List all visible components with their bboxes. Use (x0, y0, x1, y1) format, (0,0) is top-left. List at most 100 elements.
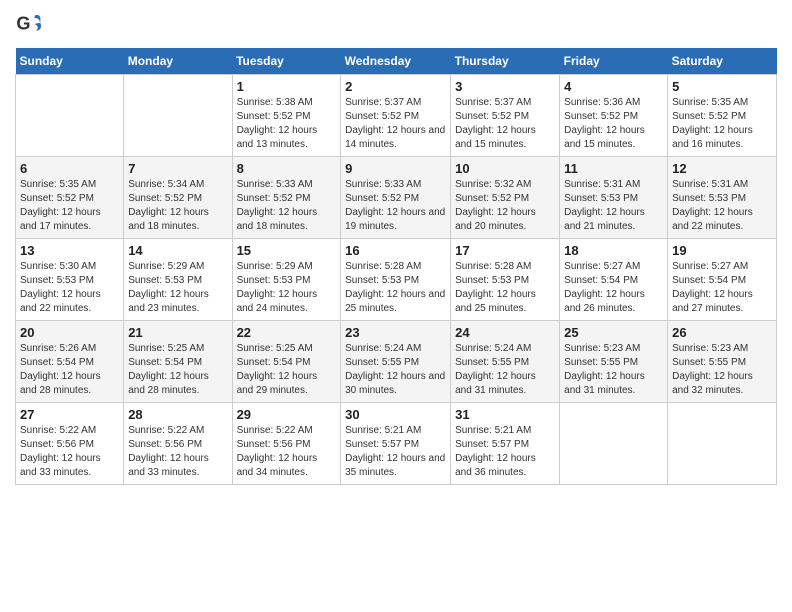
sunrise-text: Sunrise: 5:32 AM (455, 179, 531, 190)
calendar-cell: 1 Sunrise: 5:38 AM Sunset: 5:52 PM Dayli… (232, 75, 341, 157)
sunset-text: Sunset: 5:53 PM (345, 275, 419, 286)
daylight-text: Daylight: 12 hours and 25 minutes. (455, 289, 536, 314)
daylight-text: Daylight: 12 hours and 20 minutes. (455, 207, 536, 232)
calendar-cell: 5 Sunrise: 5:35 AM Sunset: 5:52 PM Dayli… (668, 75, 777, 157)
day-number: 6 (20, 161, 119, 176)
daylight-text: Daylight: 12 hours and 13 minutes. (237, 125, 318, 150)
sunset-text: Sunset: 5:54 PM (20, 357, 94, 368)
calendar-cell: 11 Sunrise: 5:31 AM Sunset: 5:53 PM Dayl… (560, 157, 668, 239)
day-info: Sunrise: 5:33 AM Sunset: 5:52 PM Dayligh… (237, 178, 337, 234)
sunset-text: Sunset: 5:54 PM (237, 357, 311, 368)
day-number: 4 (564, 79, 663, 94)
day-info: Sunrise: 5:24 AM Sunset: 5:55 PM Dayligh… (345, 342, 446, 398)
calendar-cell (560, 403, 668, 485)
sunrise-text: Sunrise: 5:29 AM (237, 261, 313, 272)
sunset-text: Sunset: 5:52 PM (237, 111, 311, 122)
daylight-text: Daylight: 12 hours and 28 minutes. (20, 371, 101, 396)
day-info: Sunrise: 5:29 AM Sunset: 5:53 PM Dayligh… (128, 260, 227, 316)
day-number: 20 (20, 325, 119, 340)
calendar-cell (668, 403, 777, 485)
sunrise-text: Sunrise: 5:23 AM (672, 343, 748, 354)
daylight-text: Daylight: 12 hours and 18 minutes. (237, 207, 318, 232)
day-info: Sunrise: 5:23 AM Sunset: 5:55 PM Dayligh… (672, 342, 772, 398)
sunrise-text: Sunrise: 5:21 AM (455, 425, 531, 436)
day-number: 5 (672, 79, 772, 94)
sunrise-text: Sunrise: 5:33 AM (237, 179, 313, 190)
calendar-cell: 22 Sunrise: 5:25 AM Sunset: 5:54 PM Dayl… (232, 321, 341, 403)
daylight-text: Daylight: 12 hours and 23 minutes. (128, 289, 209, 314)
sunset-text: Sunset: 5:56 PM (128, 439, 202, 450)
day-number: 27 (20, 407, 119, 422)
sunrise-text: Sunrise: 5:24 AM (455, 343, 531, 354)
day-info: Sunrise: 5:30 AM Sunset: 5:53 PM Dayligh… (20, 260, 119, 316)
day-number: 13 (20, 243, 119, 258)
day-info: Sunrise: 5:29 AM Sunset: 5:53 PM Dayligh… (237, 260, 337, 316)
sunset-text: Sunset: 5:52 PM (345, 193, 419, 204)
calendar-cell: 17 Sunrise: 5:28 AM Sunset: 5:53 PM Dayl… (451, 239, 560, 321)
daylight-text: Daylight: 12 hours and 19 minutes. (345, 207, 445, 232)
calendar-cell: 26 Sunrise: 5:23 AM Sunset: 5:55 PM Dayl… (668, 321, 777, 403)
calendar-week-row: 20 Sunrise: 5:26 AM Sunset: 5:54 PM Dayl… (16, 321, 777, 403)
calendar-week-row: 13 Sunrise: 5:30 AM Sunset: 5:53 PM Dayl… (16, 239, 777, 321)
day-info: Sunrise: 5:36 AM Sunset: 5:52 PM Dayligh… (564, 96, 663, 152)
day-number: 3 (455, 79, 555, 94)
day-number: 8 (237, 161, 337, 176)
calendar-cell: 4 Sunrise: 5:36 AM Sunset: 5:52 PM Dayli… (560, 75, 668, 157)
daylight-text: Daylight: 12 hours and 36 minutes. (455, 453, 536, 478)
calendar-cell: 15 Sunrise: 5:29 AM Sunset: 5:53 PM Dayl… (232, 239, 341, 321)
calendar-cell: 23 Sunrise: 5:24 AM Sunset: 5:55 PM Dayl… (341, 321, 451, 403)
day-number: 12 (672, 161, 772, 176)
day-number: 31 (455, 407, 555, 422)
daylight-text: Daylight: 12 hours and 32 minutes. (672, 371, 753, 396)
sunset-text: Sunset: 5:53 PM (455, 275, 529, 286)
daylight-text: Daylight: 12 hours and 24 minutes. (237, 289, 318, 314)
sunset-text: Sunset: 5:56 PM (20, 439, 94, 450)
sunset-text: Sunset: 5:52 PM (20, 193, 94, 204)
sunrise-text: Sunrise: 5:35 AM (672, 97, 748, 108)
daylight-text: Daylight: 12 hours and 17 minutes. (20, 207, 101, 232)
sunset-text: Sunset: 5:53 PM (128, 275, 202, 286)
calendar-cell: 28 Sunrise: 5:22 AM Sunset: 5:56 PM Dayl… (124, 403, 232, 485)
sunrise-text: Sunrise: 5:25 AM (128, 343, 204, 354)
sunset-text: Sunset: 5:53 PM (672, 193, 746, 204)
sunset-text: Sunset: 5:53 PM (237, 275, 311, 286)
day-number: 10 (455, 161, 555, 176)
sunset-text: Sunset: 5:52 PM (128, 193, 202, 204)
sunrise-text: Sunrise: 5:35 AM (20, 179, 96, 190)
daylight-text: Daylight: 12 hours and 28 minutes. (128, 371, 209, 396)
daylight-text: Daylight: 12 hours and 25 minutes. (345, 289, 445, 314)
day-info: Sunrise: 5:23 AM Sunset: 5:55 PM Dayligh… (564, 342, 663, 398)
day-info: Sunrise: 5:27 AM Sunset: 5:54 PM Dayligh… (564, 260, 663, 316)
day-number: 19 (672, 243, 772, 258)
calendar-cell: 21 Sunrise: 5:25 AM Sunset: 5:54 PM Dayl… (124, 321, 232, 403)
sunset-text: Sunset: 5:52 PM (455, 111, 529, 122)
sunset-text: Sunset: 5:54 PM (564, 275, 638, 286)
sunset-text: Sunset: 5:54 PM (128, 357, 202, 368)
sunrise-text: Sunrise: 5:37 AM (455, 97, 531, 108)
weekday-header: Sunday (16, 48, 124, 75)
page-header: G (15, 10, 777, 38)
daylight-text: Daylight: 12 hours and 34 minutes. (237, 453, 318, 478)
calendar-cell: 6 Sunrise: 5:35 AM Sunset: 5:52 PM Dayli… (16, 157, 124, 239)
sunset-text: Sunset: 5:55 PM (345, 357, 419, 368)
day-info: Sunrise: 5:32 AM Sunset: 5:52 PM Dayligh… (455, 178, 555, 234)
day-number: 17 (455, 243, 555, 258)
calendar-cell: 7 Sunrise: 5:34 AM Sunset: 5:52 PM Dayli… (124, 157, 232, 239)
day-number: 15 (237, 243, 337, 258)
calendar-cell: 27 Sunrise: 5:22 AM Sunset: 5:56 PM Dayl… (16, 403, 124, 485)
weekday-header: Wednesday (341, 48, 451, 75)
day-number: 1 (237, 79, 337, 94)
sunset-text: Sunset: 5:57 PM (455, 439, 529, 450)
day-number: 21 (128, 325, 227, 340)
day-info: Sunrise: 5:35 AM Sunset: 5:52 PM Dayligh… (20, 178, 119, 234)
day-info: Sunrise: 5:35 AM Sunset: 5:52 PM Dayligh… (672, 96, 772, 152)
sunrise-text: Sunrise: 5:30 AM (20, 261, 96, 272)
calendar-cell (124, 75, 232, 157)
sunrise-text: Sunrise: 5:26 AM (20, 343, 96, 354)
day-info: Sunrise: 5:37 AM Sunset: 5:52 PM Dayligh… (455, 96, 555, 152)
logo: G (15, 10, 47, 38)
daylight-text: Daylight: 12 hours and 27 minutes. (672, 289, 753, 314)
sunset-text: Sunset: 5:56 PM (237, 439, 311, 450)
day-info: Sunrise: 5:34 AM Sunset: 5:52 PM Dayligh… (128, 178, 227, 234)
day-number: 7 (128, 161, 227, 176)
